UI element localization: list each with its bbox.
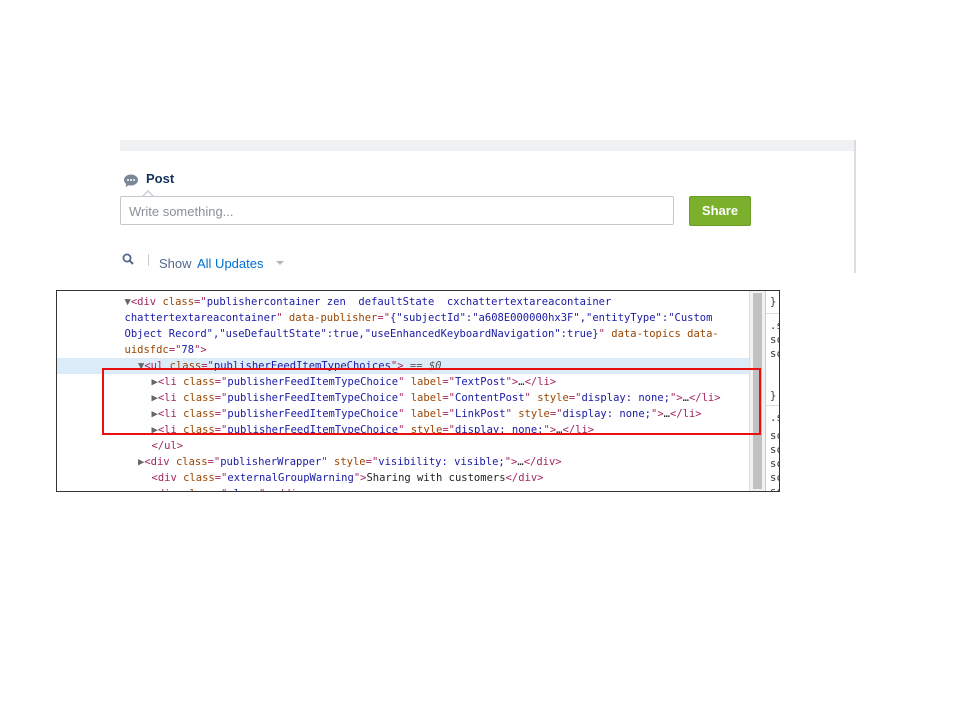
post-input-placeholder: Write something... xyxy=(129,204,234,219)
share-button[interactable]: Share xyxy=(689,196,751,226)
code-token: "> xyxy=(259,488,272,491)
style-rule-separator xyxy=(766,405,779,406)
code-token: data-publisher xyxy=(288,312,378,324)
style-rule-fragment: sc xyxy=(770,334,779,346)
code-token: visibility: visible; xyxy=(378,456,505,468)
code-token: =" xyxy=(194,296,207,308)
style-rule-fragment: sc xyxy=(770,348,779,360)
code-token: <div xyxy=(152,488,184,491)
code-token: style xyxy=(334,456,366,468)
code-token: externalGroupWarning xyxy=(227,472,354,484)
publisher-top-bar xyxy=(120,140,854,151)
code-token: =" xyxy=(207,456,221,468)
code-token: </div> xyxy=(505,472,544,484)
chevron-down-icon[interactable] xyxy=(276,261,284,265)
style-rule-fragment: sc xyxy=(770,444,779,456)
style-rule-fragment: } xyxy=(770,296,777,308)
filter-divider xyxy=(148,254,149,266)
code-line[interactable]: <div class="clear"></div> xyxy=(57,486,749,491)
code-token: </div> xyxy=(272,488,310,491)
code-token: class xyxy=(162,296,195,308)
style-rule-fragment: sc xyxy=(770,430,779,442)
code-token: chattertextareacontainer xyxy=(124,312,277,324)
code-token: "> xyxy=(504,456,518,468)
code-token: class xyxy=(183,488,215,491)
code-token: Object Record","useDefaultState":true,"u… xyxy=(124,328,599,340)
code-token: clear xyxy=(227,488,259,491)
code-token: 78 xyxy=(181,344,195,356)
code-token: =" xyxy=(214,472,228,484)
code-token: "> xyxy=(194,344,207,356)
code-token: <div xyxy=(151,472,184,484)
code-token: class xyxy=(183,472,215,484)
code-line[interactable]: <div class="externalGroupWarning">Sharin… xyxy=(57,470,749,486)
style-rule-fragment: sc xyxy=(770,486,779,492)
code-token: " xyxy=(321,456,335,468)
code-line[interactable]: </ul> xyxy=(57,438,749,454)
code-token: =" xyxy=(377,312,391,324)
code-token: {"subjectId":"a608E000000hx3F","entityTy… xyxy=(390,312,713,324)
code-token: "> xyxy=(353,472,367,484)
code-token: Sharing with customers xyxy=(366,472,506,484)
code-token: data-topics data- xyxy=(611,328,719,340)
highlight-annotation-box xyxy=(102,368,761,435)
code-token: <div xyxy=(130,296,163,308)
publisher-right-border xyxy=(854,140,856,273)
code-token: </ul> xyxy=(151,440,184,452)
styles-pane: }.sscsc}.sscscscscscsc xyxy=(765,291,779,492)
chatter-publisher: Post Write something... Share Show All U… xyxy=(120,140,856,273)
search-icon[interactable] xyxy=(122,253,134,265)
feed-filter-dropdown[interactable]: All Updates xyxy=(197,256,263,271)
style-rule-fragment: } xyxy=(770,390,777,402)
style-rule-fragment: sc xyxy=(770,472,779,484)
tab-post[interactable]: Post xyxy=(146,171,174,186)
code-token: publisherWrapper xyxy=(220,456,322,468)
filter-show-label: Show xyxy=(159,256,192,271)
code-line[interactable]: Object Record","useDefaultState":true,"u… xyxy=(57,326,749,342)
code-token: publishercontainer zen defaultState cxch… xyxy=(206,296,612,308)
code-line[interactable]: uidsfdc="78"> xyxy=(57,342,749,358)
style-rule-fragment: .s xyxy=(770,320,779,332)
code-token: " xyxy=(276,312,289,324)
code-line[interactable]: chattertextareacontainer" data-publisher… xyxy=(57,310,749,326)
style-rule-separator xyxy=(766,313,779,314)
code-token: </div> xyxy=(523,456,562,468)
style-rule-fragment: sc xyxy=(770,458,779,470)
code-token: uidsfdc xyxy=(124,344,169,356)
code-token: =" xyxy=(365,456,379,468)
chat-bubble-icon xyxy=(124,174,138,187)
code-token: " xyxy=(598,328,612,340)
code-token: =" xyxy=(168,344,182,356)
style-rule-fragment: .s xyxy=(770,412,779,424)
post-input[interactable]: Write something... xyxy=(120,196,674,225)
code-token: class xyxy=(175,456,208,468)
code-token: <div xyxy=(144,456,176,468)
code-line[interactable]: ▶<div class="publisherWrapper" style="vi… xyxy=(57,454,749,470)
code-line[interactable]: ▼<div class="publishercontainer zen defa… xyxy=(57,294,749,310)
code-token: =" xyxy=(215,488,228,491)
